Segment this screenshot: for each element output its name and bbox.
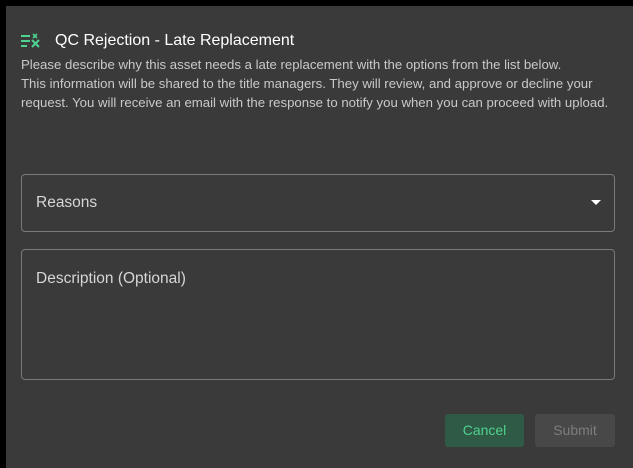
submit-button[interactable]: Submit (535, 414, 615, 447)
playlist-remove-icon (21, 33, 41, 49)
dialog-title: QC Rejection - Late Replacement (55, 32, 295, 49)
dialog-header: QC Rejection - Late Replacement (21, 32, 294, 50)
qc-rejection-dialog: QC Rejection - Late Replacement Please d… (6, 6, 633, 468)
description-textarea[interactable]: Description (Optional) (21, 249, 615, 380)
caret-down-icon (591, 200, 601, 205)
screen-background: QC Rejection - Late Replacement Please d… (0, 0, 633, 468)
reasons-select[interactable]: Reasons (21, 174, 615, 232)
cancel-button[interactable]: Cancel (445, 414, 524, 447)
description-line-2: This information will be shared to the t… (21, 75, 609, 110)
dialog-description: Please describe why this asset needs a l… (21, 56, 611, 112)
description-textarea-label: Description (Optional) (36, 270, 186, 287)
reasons-select-label: Reasons (36, 194, 98, 211)
description-line-1: Please describe why this asset needs a l… (21, 57, 562, 72)
